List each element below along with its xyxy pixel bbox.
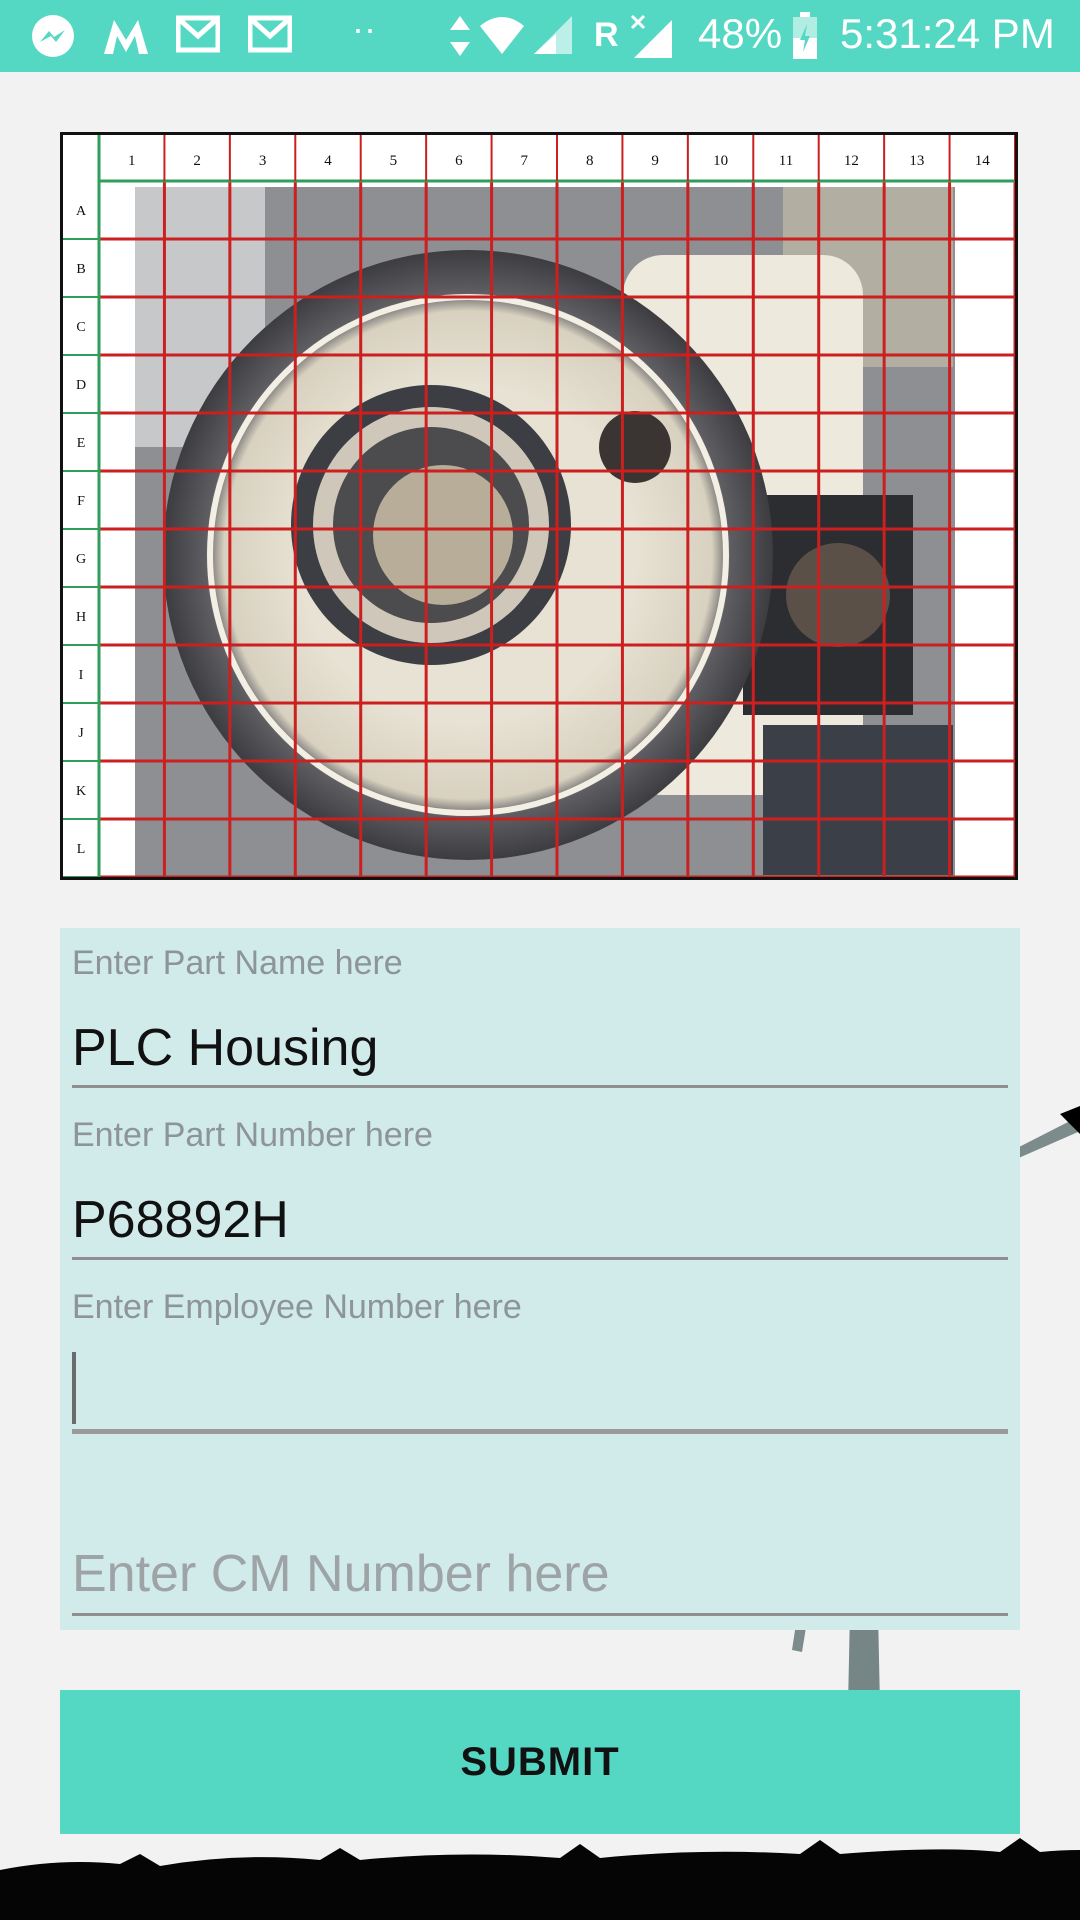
row-label: E bbox=[77, 436, 86, 451]
gmail-icon bbox=[247, 14, 293, 58]
row-label: C bbox=[76, 320, 85, 335]
messenger-icon bbox=[30, 14, 76, 64]
column-header-strip bbox=[63, 135, 1015, 181]
column-label: 1 bbox=[128, 153, 136, 169]
signal-icon bbox=[532, 14, 574, 60]
row-label: A bbox=[76, 204, 87, 219]
text-cursor bbox=[72, 1352, 76, 1424]
column-label: 11 bbox=[779, 153, 793, 169]
row-label: F bbox=[77, 494, 85, 509]
row-label: L bbox=[77, 842, 86, 857]
grass-silhouette bbox=[0, 1838, 1080, 1920]
photo-bore bbox=[786, 543, 890, 647]
signal-no-service-icon bbox=[628, 14, 674, 64]
wifi-icon bbox=[478, 14, 526, 60]
column-label: 9 bbox=[651, 153, 659, 169]
row-label: J bbox=[78, 726, 84, 741]
submit-button[interactable]: SUBMIT bbox=[60, 1690, 1020, 1834]
data-arrows-icon bbox=[448, 14, 472, 62]
part-number-input[interactable]: P68892H bbox=[72, 1190, 289, 1250]
clock: 5:31:24 PM bbox=[840, 10, 1055, 57]
row-label: H bbox=[76, 610, 86, 625]
column-label: 14 bbox=[975, 153, 991, 169]
employee-number-label: Enter Employee Number here bbox=[72, 1288, 522, 1326]
row-label: K bbox=[76, 784, 86, 799]
part-number-underline bbox=[72, 1257, 1008, 1260]
cm-number-input-placeholder[interactable]: Enter CM Number here bbox=[72, 1544, 610, 1604]
column-label: 13 bbox=[909, 153, 924, 169]
part-number-label: Enter Part Number here bbox=[72, 1116, 433, 1154]
row-label: B bbox=[76, 262, 85, 277]
battery-icon bbox=[792, 12, 818, 64]
part-grid-image[interactable]: 1 2 3 4 5 6 7 8 9 10 11 12 13 14 ABCDEFGHIJKL bbox=[60, 132, 1018, 880]
m-app-icon bbox=[102, 14, 150, 62]
part-number-field[interactable]: Enter Part Number here P68892H bbox=[72, 1100, 1008, 1270]
column-label: 6 bbox=[455, 153, 463, 169]
photo-base bbox=[763, 725, 953, 875]
column-label: 12 bbox=[844, 153, 859, 169]
battery-percent: 48% bbox=[698, 10, 783, 57]
part-form: Enter Part Name here PLC Housing Enter P… bbox=[60, 928, 1020, 1630]
gmail-icon bbox=[175, 14, 221, 58]
row-label: I bbox=[79, 668, 84, 683]
row-label: G bbox=[76, 552, 86, 567]
column-label: 4 bbox=[324, 153, 332, 169]
column-label: 10 bbox=[713, 153, 728, 169]
roaming-indicator: R bbox=[594, 16, 619, 54]
part-name-label: Enter Part Name here bbox=[72, 944, 403, 982]
part-name-field[interactable]: Enter Part Name here PLC Housing bbox=[72, 928, 1008, 1098]
part-name-input[interactable]: PLC Housing bbox=[72, 1018, 378, 1078]
column-label: 2 bbox=[193, 153, 201, 169]
grid-photo-svg: 1 2 3 4 5 6 7 8 9 10 11 12 13 14 ABCDEFGHIJKL bbox=[63, 135, 1015, 877]
employee-number-underline bbox=[72, 1429, 1008, 1434]
employee-number-field[interactable]: Enter Employee Number here bbox=[72, 1272, 1008, 1442]
cm-number-underline bbox=[72, 1613, 1008, 1616]
part-name-underline bbox=[72, 1085, 1008, 1088]
status-bar: ·· R 48% 5:31:24 PM bbox=[0, 0, 1080, 72]
column-label: 8 bbox=[586, 153, 594, 169]
cm-number-field[interactable]: Enter CM Number here bbox=[72, 1444, 1008, 1624]
column-label: 3 bbox=[259, 153, 267, 169]
column-label: 7 bbox=[521, 153, 529, 169]
more-notifications-dots: ·· bbox=[352, 8, 376, 49]
column-label: 5 bbox=[390, 153, 398, 169]
row-label: D bbox=[76, 378, 86, 393]
